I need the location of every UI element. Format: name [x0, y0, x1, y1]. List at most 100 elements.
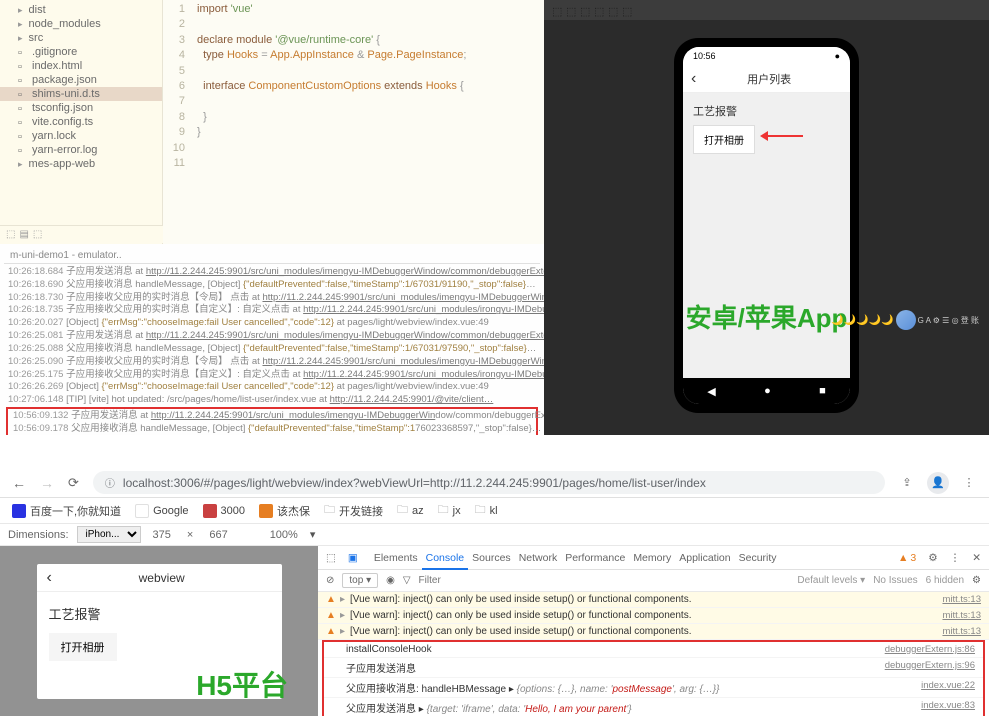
tree-item-node_modules[interactable]: node_modules — [0, 17, 162, 31]
toolbar-icon[interactable]: ⬚ — [566, 5, 576, 15]
highlighted-log-block: 10:56:09.132 子应用发送消息 at http://11.2.244.… — [6, 407, 538, 435]
tree-item-yarn-error.log[interactable]: ▫yarn-error.log — [0, 143, 162, 157]
open-album-button[interactable]: 打开相册 — [49, 633, 117, 661]
bookmark-item[interactable]: 该杰保 — [259, 503, 310, 519]
console-body[interactable]: ▲▸[Vue warn]: inject() can only be used … — [318, 592, 989, 716]
bookmark-item[interactable]: 百度一下,你就知道 — [12, 503, 121, 519]
warnings-badge[interactable]: ▲3 — [898, 552, 916, 564]
zoom-value[interactable]: 100% — [270, 529, 298, 541]
open-album-button[interactable]: 打开相册 — [693, 125, 755, 154]
bookmark-item[interactable]: 3000 — [203, 504, 245, 518]
forward-button[interactable]: → — [40, 475, 54, 491]
toolbar-icon[interactable]: ⬚ — [552, 5, 562, 15]
tree-item-.gitignore[interactable]: ▫.gitignore — [0, 45, 162, 59]
browser-window: ← → ⟳ ⓘ localhost:3006/#/pages/light/web… — [0, 468, 989, 717]
log-line: 10:26:26.269 [Object] {"errMsg":"chooseI… — [4, 381, 540, 394]
toolbar-icon[interactable]: ⬚ — [622, 5, 632, 15]
profile-icon[interactable]: 👤 — [927, 472, 949, 494]
eye-icon[interactable]: ◉ — [386, 575, 395, 586]
bookmark-item[interactable]: 🗀开发链接 — [324, 501, 383, 520]
log-line: 10:26:25.081 子应用发送消息 at http://11.2.244.… — [4, 330, 540, 343]
phone-nav-header: ‹ 用户列表 — [683, 65, 850, 93]
tree-item-dist[interactable]: dist — [0, 3, 162, 17]
log-line: 10:26:18.684 子应用发送消息 at http://11.2.244.… — [4, 266, 540, 279]
tab-network[interactable]: Network — [515, 548, 562, 568]
context-select[interactable]: top ▾ — [342, 573, 378, 588]
tree-item-package.json[interactable]: ▫package.json — [0, 73, 162, 87]
log-line: 10:26:18.730 子应用接收父应用的实时消息【令局】 点击 at htt… — [4, 292, 540, 305]
hidden-count[interactable]: 6 hidden — [926, 575, 964, 586]
tree-item-tsconfig.json[interactable]: ▫tsconfig.json — [0, 101, 162, 115]
issues-label[interactable]: No Issues — [873, 575, 917, 586]
tree-item-mes-app-web[interactable]: mes-app-web — [0, 157, 162, 171]
preview-title: webview — [52, 571, 272, 585]
ide-tool-icon[interactable]: ▤ — [19, 229, 28, 240]
times-symbol: × — [187, 529, 193, 541]
console-warning: ▲▸[Vue warn]: inject() can only be used … — [318, 608, 989, 624]
tab-performance[interactable]: Performance — [561, 548, 629, 568]
tab-elements[interactable]: Elements — [370, 548, 422, 568]
inspect-icon[interactable]: ⬚ — [326, 552, 336, 564]
avatar[interactable] — [896, 310, 916, 330]
bookmark-item[interactable]: 🗀az — [397, 501, 424, 520]
back-button[interactable]: ← — [12, 475, 26, 491]
reload-button[interactable]: ⟳ — [68, 475, 79, 491]
share-icon[interactable]: ⇪ — [899, 475, 915, 491]
filter-input[interactable] — [419, 575, 790, 586]
console-log: installConsoleHookdebuggerExtern.js:86 — [324, 642, 983, 658]
tree-item-src[interactable]: src — [0, 31, 162, 45]
log-line: 10:26:25.175 子应用接收父应用的实时消息【自定义】: 自定义点击 a… — [4, 369, 540, 382]
bookmark-item[interactable]: 🗀kl — [475, 501, 498, 520]
emulator-toolbar: ⬚ ⬚ ⬚ ⬚ ⬚ ⬚ — [544, 0, 989, 20]
tab-sources[interactable]: Sources — [468, 548, 515, 568]
toolbar-icon[interactable]: ⬚ — [594, 5, 604, 15]
width-value[interactable]: 375 — [153, 529, 171, 541]
settings-icon[interactable]: ⚙ — [928, 552, 937, 564]
log-line: 10:56:09.132 子应用发送消息 at http://11.2.244.… — [9, 410, 535, 423]
log-levels-select[interactable]: Default levels ▾ — [797, 575, 865, 586]
ide-tool-icon[interactable]: ⬚ — [6, 229, 15, 240]
tab-console[interactable]: Console — [422, 548, 469, 570]
menu-icon[interactable]: ⋮ — [961, 475, 977, 491]
log-line: 10:56:09.178 父应用接收消息 handleMessage, [Obj… — [9, 423, 535, 435]
preview-pane: ‹ webview 工艺报警 打开相册 H5平台 — [0, 546, 318, 716]
nav-recent-icon[interactable]: ■ — [819, 385, 826, 397]
zoom-dropdown-icon[interactable]: ▾ — [310, 528, 316, 541]
bookmark-item[interactable]: 🗀jx — [438, 501, 461, 520]
log-line: 10:26:18.735 子应用接收父应用的实时消息【自定义】: 自定义点击 a… — [4, 304, 540, 317]
close-icon[interactable]: ✕ — [972, 552, 981, 564]
tree-item-vite.config.ts[interactable]: ▫vite.config.ts — [0, 115, 162, 129]
devtools-tabs: ⬚ ▣ ElementsConsoleSourcesNetworkPerform… — [318, 546, 989, 570]
nav-home-icon[interactable]: ● — [764, 385, 771, 397]
nav-back-icon[interactable]: ◀ — [707, 385, 715, 398]
platform-label: H5平台 — [196, 664, 288, 704]
tab-memory[interactable]: Memory — [629, 548, 675, 568]
phone-status-bar: 10:56 ● — [683, 47, 850, 65]
url-text: localhost:3006/#/pages/light/webview/ind… — [123, 476, 706, 490]
bookmark-item[interactable]: Google — [135, 504, 188, 518]
tab-security[interactable]: Security — [735, 548, 781, 568]
tree-item-index.html[interactable]: ▫index.html — [0, 59, 162, 73]
console-log: 父应用接收消息: handleHBMessage ▸ {options: {…}… — [324, 678, 983, 698]
browser-toolbar: ← → ⟳ ⓘ localhost:3006/#/pages/light/web… — [0, 468, 989, 498]
log-line: 10:26:25.088 父应用接收消息 handleMessage, [Obj… — [4, 343, 540, 356]
clear-console-icon[interactable]: ⊘ — [326, 575, 334, 586]
tree-item-shims-uni.d.ts[interactable]: ▫shims-uni.d.ts — [0, 87, 162, 101]
toolbar-icon[interactable]: ⬚ — [580, 5, 590, 15]
device-select[interactable]: iPhon... — [77, 526, 141, 543]
height-value[interactable]: 667 — [209, 529, 227, 541]
device-toolbar: Dimensions: iPhon... 375 × 667 100% ▾ — [0, 524, 989, 546]
device-toggle-icon[interactable]: ▣ — [348, 552, 358, 564]
section-label: 工艺报警 — [693, 103, 840, 119]
ide-tool-icon[interactable]: ⬚ — [33, 229, 42, 240]
toolbar-icon[interactable]: ⬚ — [608, 5, 618, 15]
info-icon[interactable]: ⓘ — [105, 475, 115, 490]
log-line: 10:26:20.027 [Object] {"errMsg":"chooseI… — [4, 317, 540, 330]
gear-icon[interactable]: ⚙ — [972, 575, 981, 586]
section-label: 工艺报警 — [49, 604, 270, 623]
more-icon[interactable]: ⋮ — [950, 552, 961, 564]
url-bar[interactable]: ⓘ localhost:3006/#/pages/light/webview/i… — [93, 471, 885, 494]
tab-application[interactable]: Application — [675, 548, 734, 568]
tree-item-yarn.lock[interactable]: ▫yarn.lock — [0, 129, 162, 143]
bookmarks-bar: 百度一下,你就知道 Google 3000 该杰保 🗀开发链接 🗀az 🗀jx 🗀kl — [0, 498, 989, 524]
